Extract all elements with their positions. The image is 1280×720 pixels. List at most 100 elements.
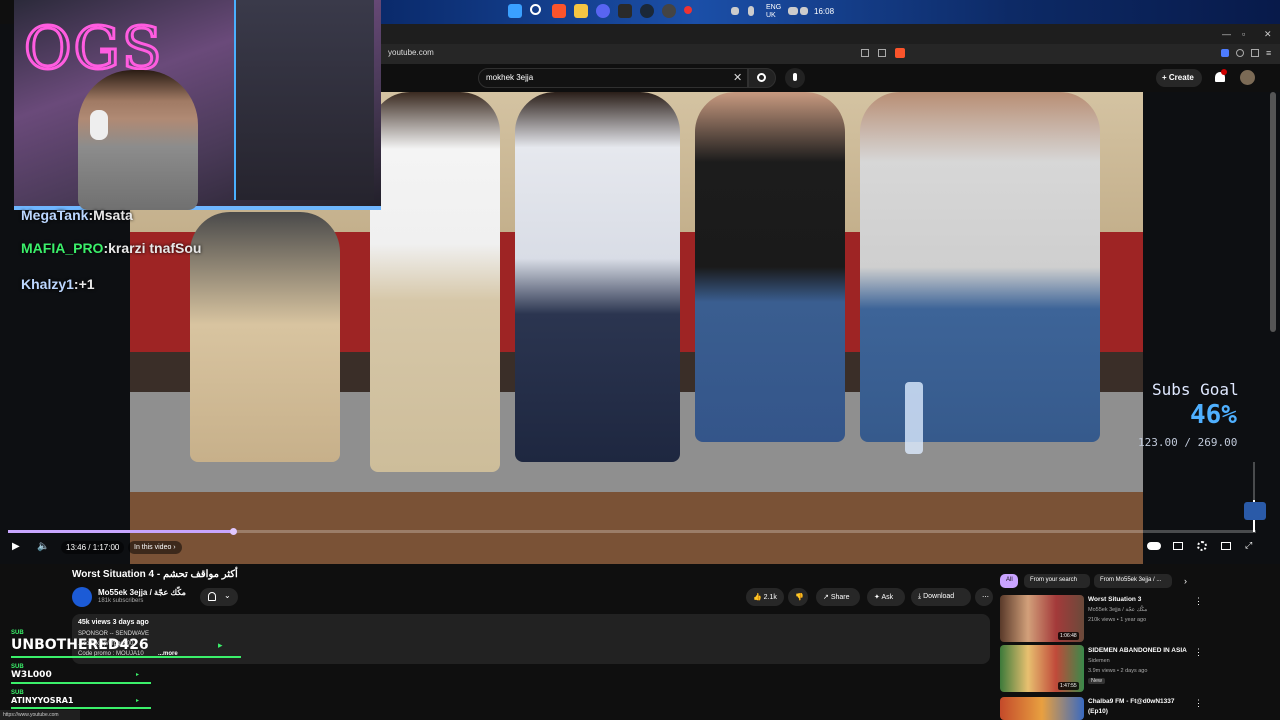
tray-apps-icon[interactable] <box>731 7 739 15</box>
app-pin-icon[interactable] <box>684 6 692 14</box>
video-right-panel <box>1143 92 1280 564</box>
status-bar-url: https://www.youtube.com <box>0 710 80 720</box>
brave-browser-icon[interactable] <box>552 4 566 18</box>
rec-channel[interactable]: Mo55ek 3ejja / مكّك عجّة <box>1088 607 1147 613</box>
sub-alert-bar <box>11 682 151 684</box>
volume-icon[interactable]: 🔈 <box>37 541 49 552</box>
fullscreen-icon[interactable]: ⤢ <box>1245 540 1252 551</box>
wallet-icon[interactable] <box>1251 49 1259 57</box>
chat-message: Khalzy1:+1 <box>21 276 95 292</box>
network-icon[interactable] <box>788 7 798 15</box>
ask-button[interactable]: ✦ Ask <box>867 588 905 606</box>
download-label: Download <box>923 593 955 600</box>
headset-icon <box>90 110 108 140</box>
windows-start-icon[interactable] <box>508 4 522 18</box>
in-this-video-label: In this video <box>134 544 172 551</box>
play-marker-icon: ▸ <box>136 698 140 704</box>
chat-username: Khalzy1 <box>21 276 74 292</box>
share-page-icon[interactable] <box>878 49 886 57</box>
share-label: Share <box>830 594 850 601</box>
subs-goal-title: Subs Goal <box>1152 380 1239 399</box>
search-icon <box>757 73 766 82</box>
chat-message: MegaTank:Msata <box>21 207 133 223</box>
rec-menu-icon[interactable]: ⋮ <box>1194 596 1203 607</box>
discord-icon[interactable] <box>596 4 610 18</box>
page-scrollbar[interactable] <box>1270 92 1276 332</box>
maximize-icon[interactable]: ▫ <box>1242 29 1245 39</box>
theater-mode-icon[interactable] <box>1221 542 1231 550</box>
browser-tab-strip <box>381 24 1280 44</box>
volume-icon[interactable] <box>800 7 808 15</box>
account-avatar[interactable] <box>1240 70 1255 85</box>
leo-ai-icon[interactable] <box>1236 49 1244 57</box>
rec-menu-icon[interactable]: ⋮ <box>1194 647 1203 658</box>
extension-icon[interactable] <box>1221 49 1229 57</box>
subtitles-icon[interactable] <box>1173 542 1183 550</box>
rec-title[interactable]: SIDEMEN ABANDONED IN ASIA <box>1088 647 1187 654</box>
subscription-bell-button[interactable]: ⌄ <box>200 588 238 606</box>
more-dots-icon: ⋯ <box>982 594 989 601</box>
more-actions-button[interactable]: ⋯ <box>975 588 993 606</box>
play-icon[interactable]: ▶ <box>12 541 20 552</box>
video-person-4 <box>695 92 845 442</box>
create-button[interactable]: + Create <box>1156 69 1202 87</box>
chat-username: MAFIA_PRO <box>21 240 104 256</box>
play-marker-icon: ▸ <box>136 672 140 678</box>
rec-title-continued[interactable]: (Ep10) <box>1088 708 1108 715</box>
file-explorer-icon[interactable] <box>574 4 588 18</box>
address-bar[interactable] <box>381 44 1280 64</box>
chip-from-channel[interactable]: From Mo55ek 3ejja / ... <box>1094 574 1172 588</box>
clock[interactable]: 16:08 <box>814 7 834 16</box>
rec-meta: 3.9m views • 2 days ago <box>1088 668 1148 674</box>
voice-search-button[interactable] <box>785 68 805 88</box>
channel-avatar[interactable] <box>72 587 92 607</box>
clear-search-icon[interactable]: ✕ <box>733 71 742 84</box>
chevron-down-icon: ⌄ <box>224 591 231 600</box>
share-button[interactable]: ↗ Share <box>816 588 860 606</box>
menu-icon[interactable]: ≡ <box>1266 48 1271 58</box>
in-this-video-button[interactable]: In this video › <box>128 541 182 554</box>
chip-from-your-search[interactable]: From your search <box>1024 574 1090 588</box>
create-label: Create <box>1168 73 1194 82</box>
rec-thumbnail[interactable] <box>1000 697 1084 720</box>
rec-menu-icon[interactable]: ⋮ <box>1194 698 1203 709</box>
search-query[interactable]: mokhek 3ejja <box>486 73 533 82</box>
notifications-bell-icon[interactable] <box>1213 69 1227 84</box>
brave-shield-icon[interactable] <box>895 48 905 58</box>
screen-cast-icon[interactable] <box>861 49 869 57</box>
progress-scrubber[interactable] <box>229 528 237 535</box>
address-url[interactable]: youtube.com <box>388 48 434 57</box>
chip-all[interactable]: All <box>1000 574 1018 588</box>
obs-icon[interactable] <box>662 4 676 18</box>
close-icon[interactable]: ✕ <box>1264 29 1272 40</box>
terminal-icon[interactable] <box>618 4 632 18</box>
language-indicator[interactable]: ENG UK <box>766 4 781 20</box>
subscriber-count: 181k subscribers <box>98 598 144 604</box>
time-display: 13:46 / 1:17:00 <box>61 541 125 554</box>
rec-channel[interactable]: Sidemen <box>1088 658 1110 664</box>
autoplay-toggle[interactable] <box>1147 542 1161 550</box>
water-bottle <box>905 382 923 454</box>
tray-mic-icon[interactable] <box>748 6 754 16</box>
microphone-icon <box>793 73 797 81</box>
settings-gear-icon[interactable] <box>1197 541 1207 551</box>
dislike-button[interactable]: 👎 <box>788 588 808 606</box>
search-button[interactable] <box>748 68 776 88</box>
video-person-5 <box>860 92 1100 442</box>
rec-title[interactable]: Chalba9 FM - Ft@d0wN1337 <box>1088 698 1175 705</box>
sub-alert-name: W3L000 <box>11 670 52 680</box>
download-button[interactable]: ⤓ Download <box>911 588 971 606</box>
channel-name[interactable]: Mo55ek 3ejja / مكّك عجّة <box>98 588 186 597</box>
search-icon[interactable] <box>530 4 541 15</box>
like-button[interactable]: 👍 2.1k <box>746 588 784 606</box>
minimize-icon[interactable]: — <box>1222 29 1231 39</box>
chat-username: MegaTank <box>21 207 89 223</box>
download-icon: ⤓ <box>918 593 922 600</box>
video-person-1 <box>190 212 340 462</box>
like-icon: 👍 <box>753 594 762 601</box>
chevron-right-icon[interactable]: › <box>1184 576 1187 586</box>
steam-icon[interactable] <box>640 4 654 18</box>
rec-title[interactable]: Worst Situation 3 <box>1088 596 1141 603</box>
video-person-3 <box>515 92 680 462</box>
video-person-2 <box>370 92 500 472</box>
